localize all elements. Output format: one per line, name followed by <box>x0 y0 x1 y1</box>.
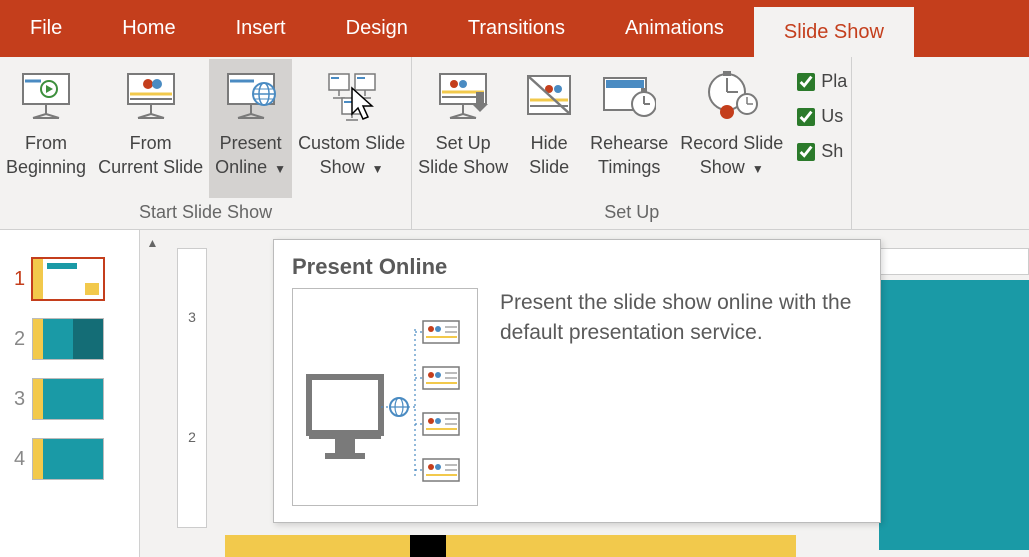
thumb-preview <box>32 318 104 360</box>
rehearse-label: Rehearse Timings <box>590 131 668 179</box>
tabs-bar: File Home Insert Design Transitions Anim… <box>0 0 1029 57</box>
ruler-tick: 2 <box>178 429 206 445</box>
thumb-preview <box>32 438 104 480</box>
custom-slide-show-icon <box>323 67 381 125</box>
show-label: Sh <box>821 141 843 162</box>
thumbnail-slide-4[interactable]: 4 <box>0 438 139 480</box>
vertical-ruler: 3 2 <box>177 248 207 528</box>
tab-insert[interactable]: Insert <box>206 0 316 57</box>
from-beginning-icon <box>17 67 75 125</box>
use-label: Us <box>821 106 843 127</box>
slide-bottom-strip <box>225 535 796 557</box>
tab-animations[interactable]: Animations <box>595 0 754 57</box>
thumbnail-slide-2[interactable]: 2 <box>0 318 139 360</box>
custom-slide-show-button[interactable]: Custom Slide Show ▼ <box>292 59 411 198</box>
set-up-slide-show-icon <box>434 67 492 125</box>
present-online-button[interactable]: Present Online ▼ <box>209 59 292 198</box>
group-setup-label: Set Up <box>412 198 851 229</box>
use-timings-checkbox[interactable]: Us <box>797 106 847 127</box>
from-beginning-button[interactable]: From Beginning <box>0 59 92 198</box>
rehearse-timings-icon <box>600 67 658 125</box>
ribbon: From Beginning From C <box>0 57 1029 230</box>
hide-slide-button[interactable]: Hide Slide <box>514 59 584 198</box>
thumb-number: 1 <box>14 268 32 291</box>
thumb-number: 2 <box>14 328 32 351</box>
tab-file[interactable]: File <box>0 0 92 57</box>
play-label: Pla <box>821 71 847 92</box>
tab-slide-show[interactable]: Slide Show <box>754 7 914 57</box>
group-start-label: Start Slide Show <box>0 198 411 229</box>
show-check-icon[interactable] <box>797 143 815 161</box>
group-start-slide-show: From Beginning From C <box>0 57 412 229</box>
use-check-icon[interactable] <box>797 108 815 126</box>
dropdown-icon: ▼ <box>372 162 384 176</box>
from-current-slide-icon <box>122 67 180 125</box>
play-check-icon[interactable] <box>797 73 815 91</box>
slide-canvas[interactable] <box>879 280 1029 550</box>
thumb-preview <box>32 378 104 420</box>
from-current-slide-button[interactable]: From Current Slide <box>92 59 209 198</box>
custom-show-label: Custom Slide Show ▼ <box>298 131 405 181</box>
set-up-slide-show-button[interactable]: Set Up Slide Show <box>412 59 514 198</box>
hide-slide-label: Hide Slide <box>529 131 569 179</box>
present-online-icon <box>222 67 280 125</box>
hide-slide-icon <box>520 67 578 125</box>
show-media-checkbox[interactable]: Sh <box>797 141 847 162</box>
record-slide-show-button[interactable]: Record Slide Show ▼ <box>674 59 789 198</box>
tab-home[interactable]: Home <box>92 0 205 57</box>
dropdown-icon: ▼ <box>274 162 286 176</box>
dropdown-icon: ▼ <box>752 162 764 176</box>
present-online-tooltip: Present Online <box>273 239 881 523</box>
tab-transitions[interactable]: Transitions <box>438 0 595 57</box>
ruler-tick: 3 <box>178 309 206 325</box>
record-slide-show-icon <box>703 67 761 125</box>
tooltip-description: Present the slide show online with the d… <box>500 288 862 348</box>
thumb-number: 4 <box>14 448 32 471</box>
slide-thumbnails: 1 2 3 4 <box>0 230 140 557</box>
tab-design[interactable]: Design <box>316 0 438 57</box>
tooltip-title: Present Online <box>292 254 862 280</box>
from-beginning-label: From Beginning <box>6 131 86 179</box>
play-narrations-checkbox[interactable]: Pla <box>797 71 847 92</box>
record-show-label: Record Slide Show ▼ <box>680 131 783 181</box>
setup-checkboxes: Pla Us Sh <box>789 59 851 198</box>
rehearse-timings-button[interactable]: Rehearse Timings <box>584 59 674 198</box>
thumbnail-slide-3[interactable]: 3 <box>0 378 139 420</box>
scroll-column: ▲ <box>140 230 165 557</box>
setup-show-label: Set Up Slide Show <box>418 131 508 179</box>
scroll-up-button[interactable]: ▲ <box>140 230 165 255</box>
present-online-label: Present Online ▼ <box>215 131 286 181</box>
tooltip-illustration <box>292 288 478 506</box>
group-set-up: Set Up Slide Show Hide Slide <box>412 57 852 229</box>
thumbnail-slide-1[interactable]: 1 <box>0 258 139 300</box>
from-current-label: From Current Slide <box>98 131 203 179</box>
thumb-preview <box>32 258 104 300</box>
thumb-number: 3 <box>14 388 32 411</box>
